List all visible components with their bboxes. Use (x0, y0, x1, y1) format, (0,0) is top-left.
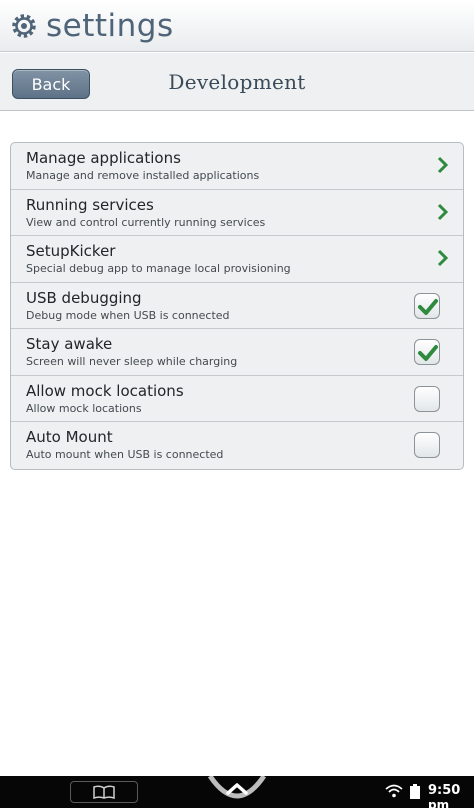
app-title: settings (46, 7, 174, 44)
list-item-subtitle: Allow mock locations (26, 401, 142, 415)
list-item-subtitle: Auto mount when USB is connected (26, 448, 224, 461)
status-clock: 9:50 pm (428, 783, 474, 808)
library-button[interactable] (70, 781, 138, 803)
stay-awake-checkbox[interactable] (414, 339, 440, 365)
list-item-allow-mock-locations[interactable]: Allow mock locations Allow mock location… (11, 376, 463, 422)
list-item-title: Manage applications (26, 149, 181, 167)
chevron-right-icon (437, 249, 449, 267)
list-item-title: SetupKicker (26, 242, 116, 260)
list-item-running-services[interactable]: Running services View and control curren… (11, 190, 463, 236)
clock-time: 9:50 (428, 783, 461, 798)
system-bar: 9:50 pm (0, 776, 474, 808)
list-item-usb-debugging[interactable]: USB debugging Debug mode when USB is con… (11, 283, 463, 329)
list-item-stay-awake[interactable]: Stay awake Screen will never sleep while… (11, 329, 463, 376)
list-item-subtitle: View and control currently running servi… (26, 215, 266, 229)
list-item-title: Allow mock locations (26, 381, 184, 400)
list-item-title: Stay awake (26, 335, 113, 353)
list-item-subtitle: Special debug app to manage local provis… (26, 262, 291, 275)
chevron-right-icon (437, 156, 449, 174)
book-icon (93, 785, 115, 799)
clock-ampm: pm (428, 798, 450, 808)
list-item-subtitle: Screen will never sleep while charging (26, 355, 238, 368)
list-item-title: USB debugging (26, 288, 142, 307)
list-item-auto-mount[interactable]: Auto Mount Auto mount when USB is connec… (11, 422, 463, 469)
list-item-manage-applications[interactable]: Manage applications Manage and remove in… (11, 143, 463, 190)
auto-mount-checkbox[interactable] (414, 432, 440, 458)
list-item-subtitle: Manage and remove installed applications (26, 169, 260, 182)
back-button[interactable]: Back (12, 69, 90, 99)
chevron-right-icon (437, 203, 449, 220)
allow-mock-locations-checkbox[interactable] (414, 385, 440, 412)
gear-icon (12, 13, 36, 38)
battery-icon (410, 784, 420, 799)
home-icon[interactable] (206, 776, 268, 808)
usb-debugging-checkbox[interactable] (414, 292, 440, 319)
settings-list: Manage applications Manage and remove in… (10, 142, 464, 470)
list-item-setupkicker[interactable]: SetupKicker Special debug app to manage … (11, 236, 463, 283)
app-header: settings (0, 0, 474, 52)
list-item-subtitle: Debug mode when USB is connected (26, 308, 230, 322)
wifi-icon (385, 784, 403, 798)
subbar: Development Back (0, 53, 474, 111)
checkmark-icon (418, 298, 438, 315)
list-item-title: Running services (26, 195, 154, 214)
checkmark-icon (418, 345, 438, 361)
list-item-title: Auto Mount (26, 428, 113, 446)
